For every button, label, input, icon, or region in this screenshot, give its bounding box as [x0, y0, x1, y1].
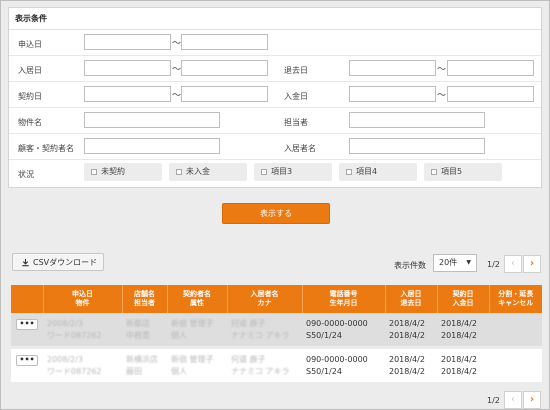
range-tilde: 〜: [437, 91, 447, 101]
resident-label: 入居者名: [284, 144, 316, 153]
col-header-movein: 入居日 退去日: [384, 285, 437, 313]
page-indicator: 1/2: [487, 260, 500, 269]
range-tilde: 〜: [172, 91, 182, 101]
col-header-apply: 申込日 物件: [42, 285, 122, 313]
payment-date-from-input[interactable]: [349, 86, 436, 102]
checkbox-icon: [91, 169, 97, 175]
next-page-button-bottom[interactable]: ›: [523, 391, 541, 409]
apply-date-to-input[interactable]: [181, 34, 268, 50]
col-header-actions: [11, 285, 43, 313]
results-table: 申込日 物件 店舗名 担当者 契約者名 属性 入居者名 カナ 電話番号 生年月日 入居日退…: [11, 285, 542, 382]
show-button[interactable]: 表示する: [222, 203, 330, 224]
csv-download-button[interactable]: CSVダウンロード: [12, 253, 104, 271]
col-header-contract: 契約日 入金日: [436, 285, 489, 313]
checkbox-icon: [431, 169, 437, 175]
checkbox-icon: [346, 169, 352, 175]
apply-date-from-input[interactable]: [84, 34, 171, 50]
range-tilde: 〜: [172, 65, 182, 75]
payment-date-label: 入金日: [284, 92, 308, 101]
table-row: ••• 2008/2/3 ワード087262 新横浜店 藤田 新宿 管理子 個人 何道…: [11, 349, 542, 382]
status-option-1[interactable]: 未契約: [84, 163, 162, 181]
apply-date-label: 申込日: [18, 40, 42, 49]
search-panel: 表示条件 申込日 〜 入居日 〜 退去日 〜 契約日 〜 入金日 〜 物件名 担…: [8, 7, 542, 188]
contract-date-to-input[interactable]: [181, 86, 268, 102]
row-apply-date: 申込日 〜: [9, 30, 541, 56]
payment-date-to-input[interactable]: [447, 86, 534, 102]
contract-date-from-input[interactable]: [84, 86, 171, 102]
status-label: 状況: [18, 170, 34, 179]
col-header-phone: 電話番号 生年月日: [301, 285, 385, 313]
download-icon: [22, 258, 29, 267]
col-header-resident: 入居者名 カナ: [226, 285, 302, 313]
move-in-to-input[interactable]: [181, 60, 268, 76]
page-indicator-bottom: 1/2: [487, 396, 500, 405]
prev-page-button[interactable]: ‹: [504, 255, 522, 273]
row-contract: 契約日 〜 入金日 〜: [9, 82, 541, 108]
more-actions-button[interactable]: •••: [16, 319, 38, 330]
col-header-store: 店舗名 担当者: [121, 285, 167, 313]
status-option-4[interactable]: 項目4: [339, 163, 417, 181]
row-customer: 顧客・契約者名 入居者名: [9, 134, 541, 160]
next-page-button[interactable]: ›: [523, 255, 541, 273]
status-option-2[interactable]: 未入金: [169, 163, 247, 181]
checkbox-icon: [176, 169, 182, 175]
move-out-to-input[interactable]: [447, 60, 534, 76]
property-label: 物件名: [18, 118, 42, 127]
app-frame: 表示条件 申込日 〜 入居日 〜 退去日 〜 契約日 〜 入金日 〜 物件名 担…: [0, 0, 550, 410]
count-select[interactable]: 20件 ▼: [433, 254, 477, 272]
range-tilde: 〜: [437, 65, 447, 75]
count-label: 表示件数: [394, 261, 426, 270]
chevron-down-icon: ▼: [466, 259, 471, 266]
col-header-contractor: 契約者名 属性: [166, 285, 227, 313]
col-header-split: 分割・延長 キャンセル: [488, 285, 542, 313]
contract-date-label: 契約日: [18, 92, 42, 101]
customer-input[interactable]: [84, 138, 220, 154]
prev-page-button-bottom[interactable]: ‹: [504, 391, 522, 409]
customer-label: 顧客・契約者名: [18, 144, 74, 153]
more-actions-button[interactable]: •••: [16, 355, 38, 366]
row-property: 物件名 担当者: [9, 108, 541, 134]
move-out-label: 退去日: [284, 66, 308, 75]
move-in-from-input[interactable]: [84, 60, 171, 76]
row-move: 入居日 〜 退去日 〜: [9, 56, 541, 82]
status-option-5[interactable]: 項目5: [424, 163, 502, 181]
panel-title: 表示条件: [9, 8, 541, 30]
row-status: 状況 未契約 未入金 項目3 項目4 項目5: [9, 160, 541, 186]
table-header-row: 申込日 物件 店舗名 担当者 契約者名 属性 入居者名 カナ 電話番号 生年月日 入居日退…: [11, 285, 542, 313]
table-row: ••• 2008/2/3 ワード087262 新都店 中務豊 新宿 管理子 個人 何道…: [11, 313, 542, 346]
status-option-3[interactable]: 項目3: [254, 163, 332, 181]
property-input[interactable]: [84, 112, 220, 128]
range-tilde: 〜: [172, 39, 182, 49]
resident-input[interactable]: [349, 138, 485, 154]
staff-label: 担当者: [284, 118, 308, 127]
checkbox-icon: [261, 169, 267, 175]
staff-input[interactable]: [349, 112, 485, 128]
move-out-from-input[interactable]: [349, 60, 436, 76]
move-in-label: 入居日: [18, 66, 42, 75]
